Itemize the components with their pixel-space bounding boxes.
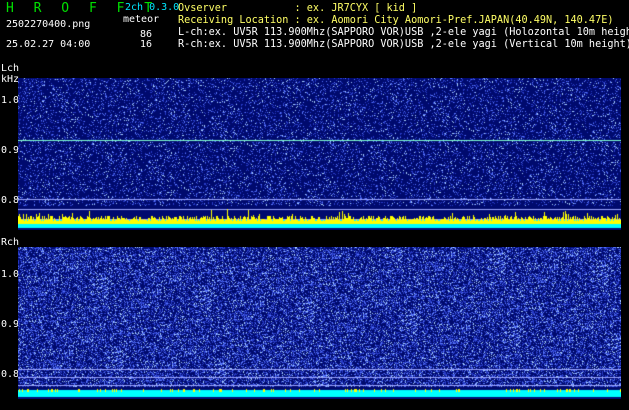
- rch-ytick: 0.9: [1, 319, 20, 330]
- rch-ytick: 1.0: [1, 269, 20, 280]
- rch-ytick: 0.8: [1, 369, 20, 380]
- file-name: 2502270400.png: [6, 19, 91, 30]
- version-label: 2ch 0.3.0: [125, 2, 180, 13]
- lch-ytick: 0.9: [1, 145, 20, 156]
- lch-title: Lch: [1, 63, 20, 74]
- lch-ytick: 1.0: [1, 95, 20, 106]
- rch-spectrogram: [18, 247, 621, 399]
- rch-title: Rch: [1, 237, 20, 248]
- rch-spectrogram-canvas: [18, 247, 621, 399]
- rch-info: R-ch:ex. UV5R 113.900Mhz(SAPPORO VOR)USB…: [178, 39, 629, 50]
- observer-info: Ovserver : ex. JR7CYX [ kid ]: [178, 3, 418, 14]
- file-date: 25.02.27 04:00: [6, 39, 91, 50]
- lch-info: L-ch:ex. UV5R 113.900Mhz(SAPPORO VOR)USB…: [178, 27, 629, 38]
- meteor-count-rch: 16: [140, 39, 153, 50]
- lch-unit: kHz: [1, 74, 20, 85]
- meteor-label: meteor: [123, 14, 160, 25]
- lch-ytick: 0.8: [1, 195, 20, 206]
- location-info: Receiving Location : ex. Aomori City Aom…: [178, 15, 614, 26]
- lch-spectrogram-canvas: [18, 78, 621, 230]
- lch-spectrogram: [18, 78, 621, 230]
